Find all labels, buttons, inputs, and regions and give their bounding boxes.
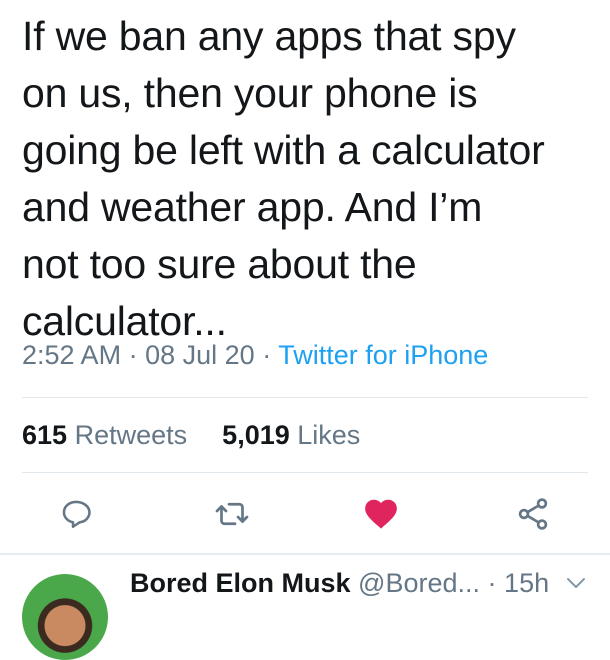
share-button[interactable] — [511, 492, 555, 536]
retweets-count: 615 — [22, 420, 68, 450]
retweets-stat[interactable]: 615 Retweets — [22, 420, 195, 450]
heart-icon — [365, 499, 397, 529]
retweet-button[interactable] — [210, 492, 254, 536]
divider — [22, 472, 588, 473]
tweet-source-link[interactable]: Twitter for iPhone — [278, 340, 488, 370]
reply-header: Bored Elon Musk @Bored... · 15h — [130, 568, 549, 599]
divider — [22, 397, 588, 398]
reply-icon — [62, 500, 91, 529]
retweet-icon — [215, 502, 249, 526]
reply-author-handle[interactable]: @Bored... — [358, 568, 480, 598]
reply-tweet[interactable]: Bored Elon Musk @Bored... · 15h — [0, 560, 610, 660]
reply-separator: · — [487, 568, 497, 598]
reply-time: 15h — [504, 568, 550, 598]
reply-button[interactable] — [54, 492, 98, 536]
tweet-text-line: going be left with a calculator — [22, 127, 545, 173]
likes-stat[interactable]: 5,019 Likes — [222, 420, 360, 450]
action-bar — [0, 492, 610, 538]
likes-count: 5,019 — [222, 420, 290, 450]
tweet-text-line: If we ban any apps that spy — [22, 13, 516, 59]
tweet-text-line: and weather app. And I’m — [22, 184, 483, 230]
tweet-text-line: not too sure about the — [22, 241, 417, 287]
tweet-text-line: on us, then your phone is — [22, 70, 478, 116]
tweet-text: If we ban any apps that spy on us, then … — [22, 8, 602, 350]
tweet-time: 2:52 AM — [22, 340, 122, 370]
share-icon — [518, 498, 548, 530]
retweets-label: Retweets — [74, 420, 188, 450]
section-divider — [0, 553, 610, 555]
more-options-button[interactable] — [565, 576, 587, 595]
chevron-down-icon — [567, 578, 585, 588]
meta-separator: · — [128, 340, 138, 370]
like-button[interactable] — [359, 492, 403, 536]
meta-separator: · — [262, 340, 272, 370]
likes-label: Likes — [297, 420, 361, 450]
reply-author-name[interactable]: Bored Elon Musk — [130, 568, 351, 598]
tweet-date: 08 Jul 20 — [145, 340, 255, 370]
avatar[interactable] — [22, 574, 108, 660]
tweet-stats: 615 Retweets 5,019 Likes — [22, 420, 360, 451]
tweet-meta: 2:52 AM · 08 Jul 20 · Twitter for iPhone — [22, 340, 488, 371]
